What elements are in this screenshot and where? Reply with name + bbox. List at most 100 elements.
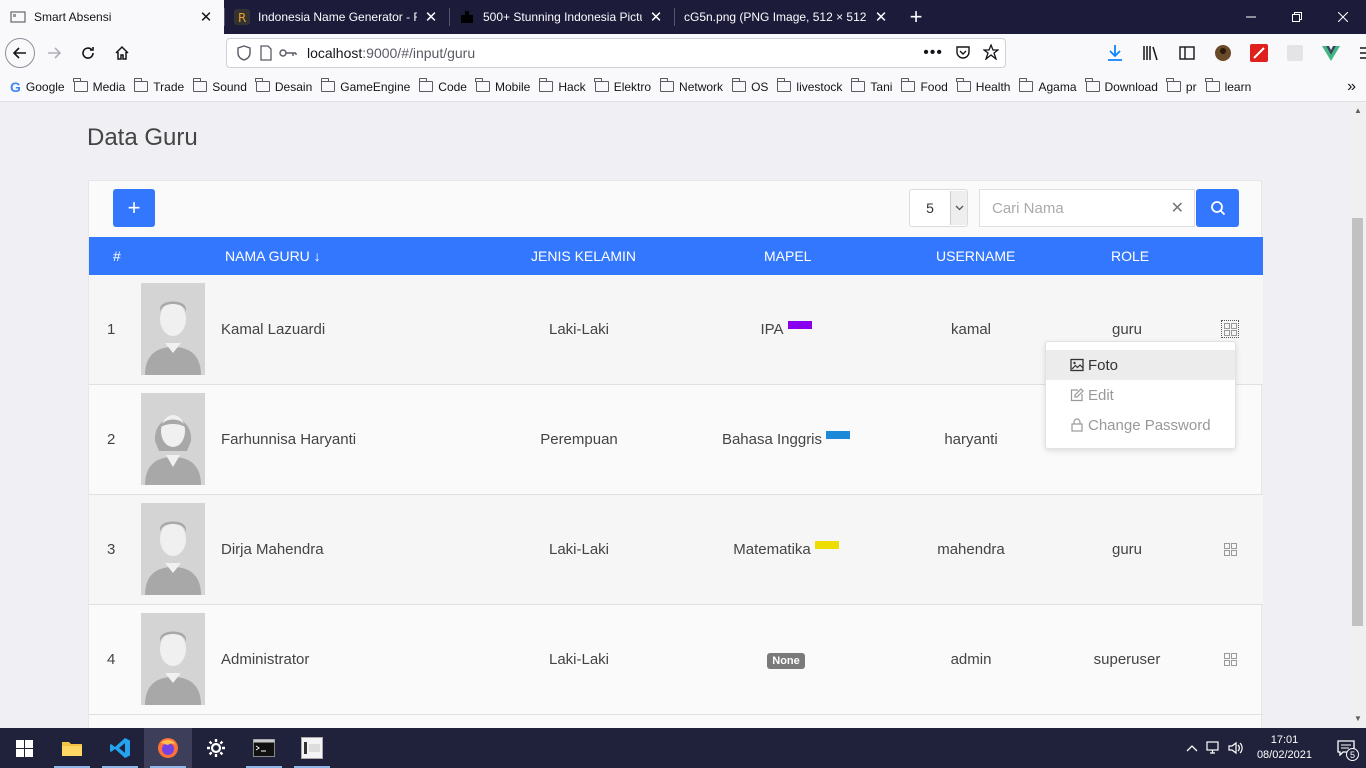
bookmark-folder[interactable]: Network — [659, 78, 723, 94]
taskbar-clock[interactable]: 17:01 08/02/2021 — [1257, 733, 1312, 763]
url-bar[interactable]: localhost:9000/#/input/guru ••• — [226, 38, 1006, 68]
new-tab-button[interactable]: + — [899, 0, 933, 34]
back-button[interactable] — [5, 38, 35, 68]
username: haryanti — [944, 431, 998, 448]
row-actions-grid-icon[interactable] — [1222, 541, 1238, 557]
bookmark-folder[interactable]: learn — [1205, 78, 1251, 94]
bookmark-folder[interactable]: Mobile — [475, 78, 530, 94]
row-actions-grid-icon[interactable] — [1222, 651, 1238, 667]
downloads-icon[interactable] — [1100, 38, 1130, 68]
bookmark-folder[interactable]: livestock — [776, 78, 842, 94]
scrollbar-thumb[interactable] — [1352, 218, 1363, 626]
vscode-button[interactable] — [96, 728, 144, 768]
avatar[interactable] — [141, 283, 205, 375]
sidebar-icon[interactable] — [1172, 38, 1202, 68]
forward-button[interactable] — [39, 38, 69, 68]
chevron-up-icon[interactable] — [1181, 744, 1203, 752]
menu-item-change-password[interactable]: Change Password — [1046, 410, 1235, 440]
clear-search-icon[interactable]: ✕ — [1171, 198, 1184, 218]
menu-item-foto[interactable]: Foto — [1046, 350, 1235, 380]
system-tray: 17:01 08/02/2021 5 — [1181, 728, 1366, 768]
terminal-button[interactable] — [240, 728, 288, 768]
bookmark-folder[interactable]: GameEngine — [320, 78, 410, 94]
shield-icon[interactable] — [235, 44, 253, 62]
account-avatar-icon[interactable] — [1208, 38, 1238, 68]
avatar[interactable] — [141, 503, 205, 595]
search-button[interactable] — [1196, 189, 1239, 227]
volume-icon[interactable] — [1225, 741, 1247, 755]
close-tab-icon[interactable]: ✕ — [423, 9, 439, 26]
bookmark-folder[interactable]: Elektro — [594, 78, 651, 94]
settings-button[interactable] — [192, 728, 240, 768]
scroll-up-icon[interactable]: ▲ — [1354, 106, 1362, 115]
add-guru-button[interactable]: + — [113, 189, 155, 227]
bookmark-folder[interactable]: OS — [731, 78, 768, 94]
search-input[interactable] — [992, 199, 1162, 217]
bookmark-google[interactable]: G Google — [10, 79, 65, 95]
scroll-down-icon[interactable]: ▼ — [1354, 714, 1362, 723]
page-icon — [10, 9, 26, 25]
pocket-icon[interactable] — [955, 44, 971, 63]
notification-center-button[interactable]: 5 — [1326, 728, 1366, 768]
tab-title: Smart Absensi — [34, 10, 112, 24]
restore-button[interactable] — [1274, 0, 1320, 34]
page-scrollbar[interactable]: ▲ ▼ — [1350, 102, 1366, 728]
header-username[interactable]: USERNAME — [936, 248, 1015, 264]
bookmark-folder[interactable]: Media — [73, 78, 125, 94]
edit-icon — [1070, 388, 1084, 402]
header-jenis-kelamin[interactable]: JENIS KELAMIN — [531, 248, 636, 264]
mapel-color-swatch — [814, 541, 839, 549]
close-window-button[interactable] — [1320, 0, 1366, 34]
close-tab-icon[interactable]: ✕ — [648, 9, 664, 26]
tab-smart-absensi[interactable]: Smart Absensi ✕ — [0, 0, 224, 34]
page-actions-icon[interactable]: ••• — [923, 44, 943, 62]
reload-button[interactable] — [73, 38, 103, 68]
bookmark-folder[interactable]: Code — [418, 78, 467, 94]
file-explorer-button[interactable] — [48, 728, 96, 768]
library-icon[interactable] — [1136, 38, 1166, 68]
bookmark-folder[interactable]: Food — [900, 78, 948, 94]
tab-indonesia-pictures[interactable]: 500+ Stunning Indonesia Pictur ✕ — [449, 0, 674, 34]
minimize-button[interactable] — [1228, 0, 1274, 34]
network-icon[interactable] — [1203, 741, 1225, 755]
extension-grey-icon[interactable] — [1280, 38, 1310, 68]
menu-hamburger-icon[interactable] — [1352, 38, 1366, 68]
bookmark-star-icon[interactable] — [982, 42, 1000, 63]
row-actions-grid-icon[interactable] — [1221, 320, 1239, 338]
bookmark-folder[interactable]: pr — [1166, 78, 1197, 94]
bookmark-label: Hack — [558, 79, 586, 94]
chevron-down-icon[interactable] — [950, 191, 967, 225]
bookmarks-bar: G Google Media Trade Sound Desain GameEng… — [0, 72, 1366, 102]
app-window-button[interactable] — [288, 728, 336, 768]
header-role[interactable]: ROLE — [1111, 248, 1149, 264]
header-nama-guru[interactable]: NAMA GURU ↓ — [225, 248, 321, 264]
tab-name-generator[interactable]: R Indonesia Name Generator - Ra ✕ — [224, 0, 449, 34]
bookmark-folder[interactable]: Desain — [255, 78, 312, 94]
bookmarks-overflow-icon[interactable]: » — [1347, 78, 1356, 96]
folder-icon — [475, 78, 490, 92]
bookmark-folder[interactable]: Hack — [538, 78, 586, 94]
close-tab-icon[interactable]: ✕ — [198, 9, 214, 26]
avatar[interactable] — [141, 393, 205, 485]
bookmark-folder[interactable]: Trade — [133, 78, 184, 94]
bookmark-folder[interactable]: Agama — [1018, 78, 1077, 94]
bookmark-folder[interactable]: Tani — [850, 78, 892, 94]
firefox-button[interactable] — [144, 728, 192, 768]
vue-devtools-icon[interactable] — [1316, 38, 1346, 68]
role: guru — [1111, 541, 1143, 558]
per-page-select[interactable]: 5 — [909, 189, 968, 227]
page-info-icon[interactable] — [257, 44, 275, 62]
avatar[interactable] — [141, 613, 205, 705]
close-tab-icon[interactable]: ✕ — [873, 9, 889, 26]
home-button[interactable] — [107, 38, 137, 68]
bookmark-folder[interactable]: Health — [956, 78, 1010, 94]
start-button[interactable] — [0, 728, 48, 768]
menu-item-edit[interactable]: Edit — [1046, 380, 1235, 410]
key-icon[interactable] — [279, 44, 297, 62]
tab-png-image[interactable]: cG5n.png (PNG Image, 512 × 512 p ✕ — [674, 0, 899, 34]
extension-pdf-icon[interactable] — [1244, 38, 1274, 68]
folder-icon — [62, 742, 82, 756]
bookmark-folder[interactable]: Download — [1085, 78, 1158, 94]
header-mapel[interactable]: MAPEL — [764, 248, 811, 264]
bookmark-folder[interactable]: Sound — [192, 78, 247, 94]
